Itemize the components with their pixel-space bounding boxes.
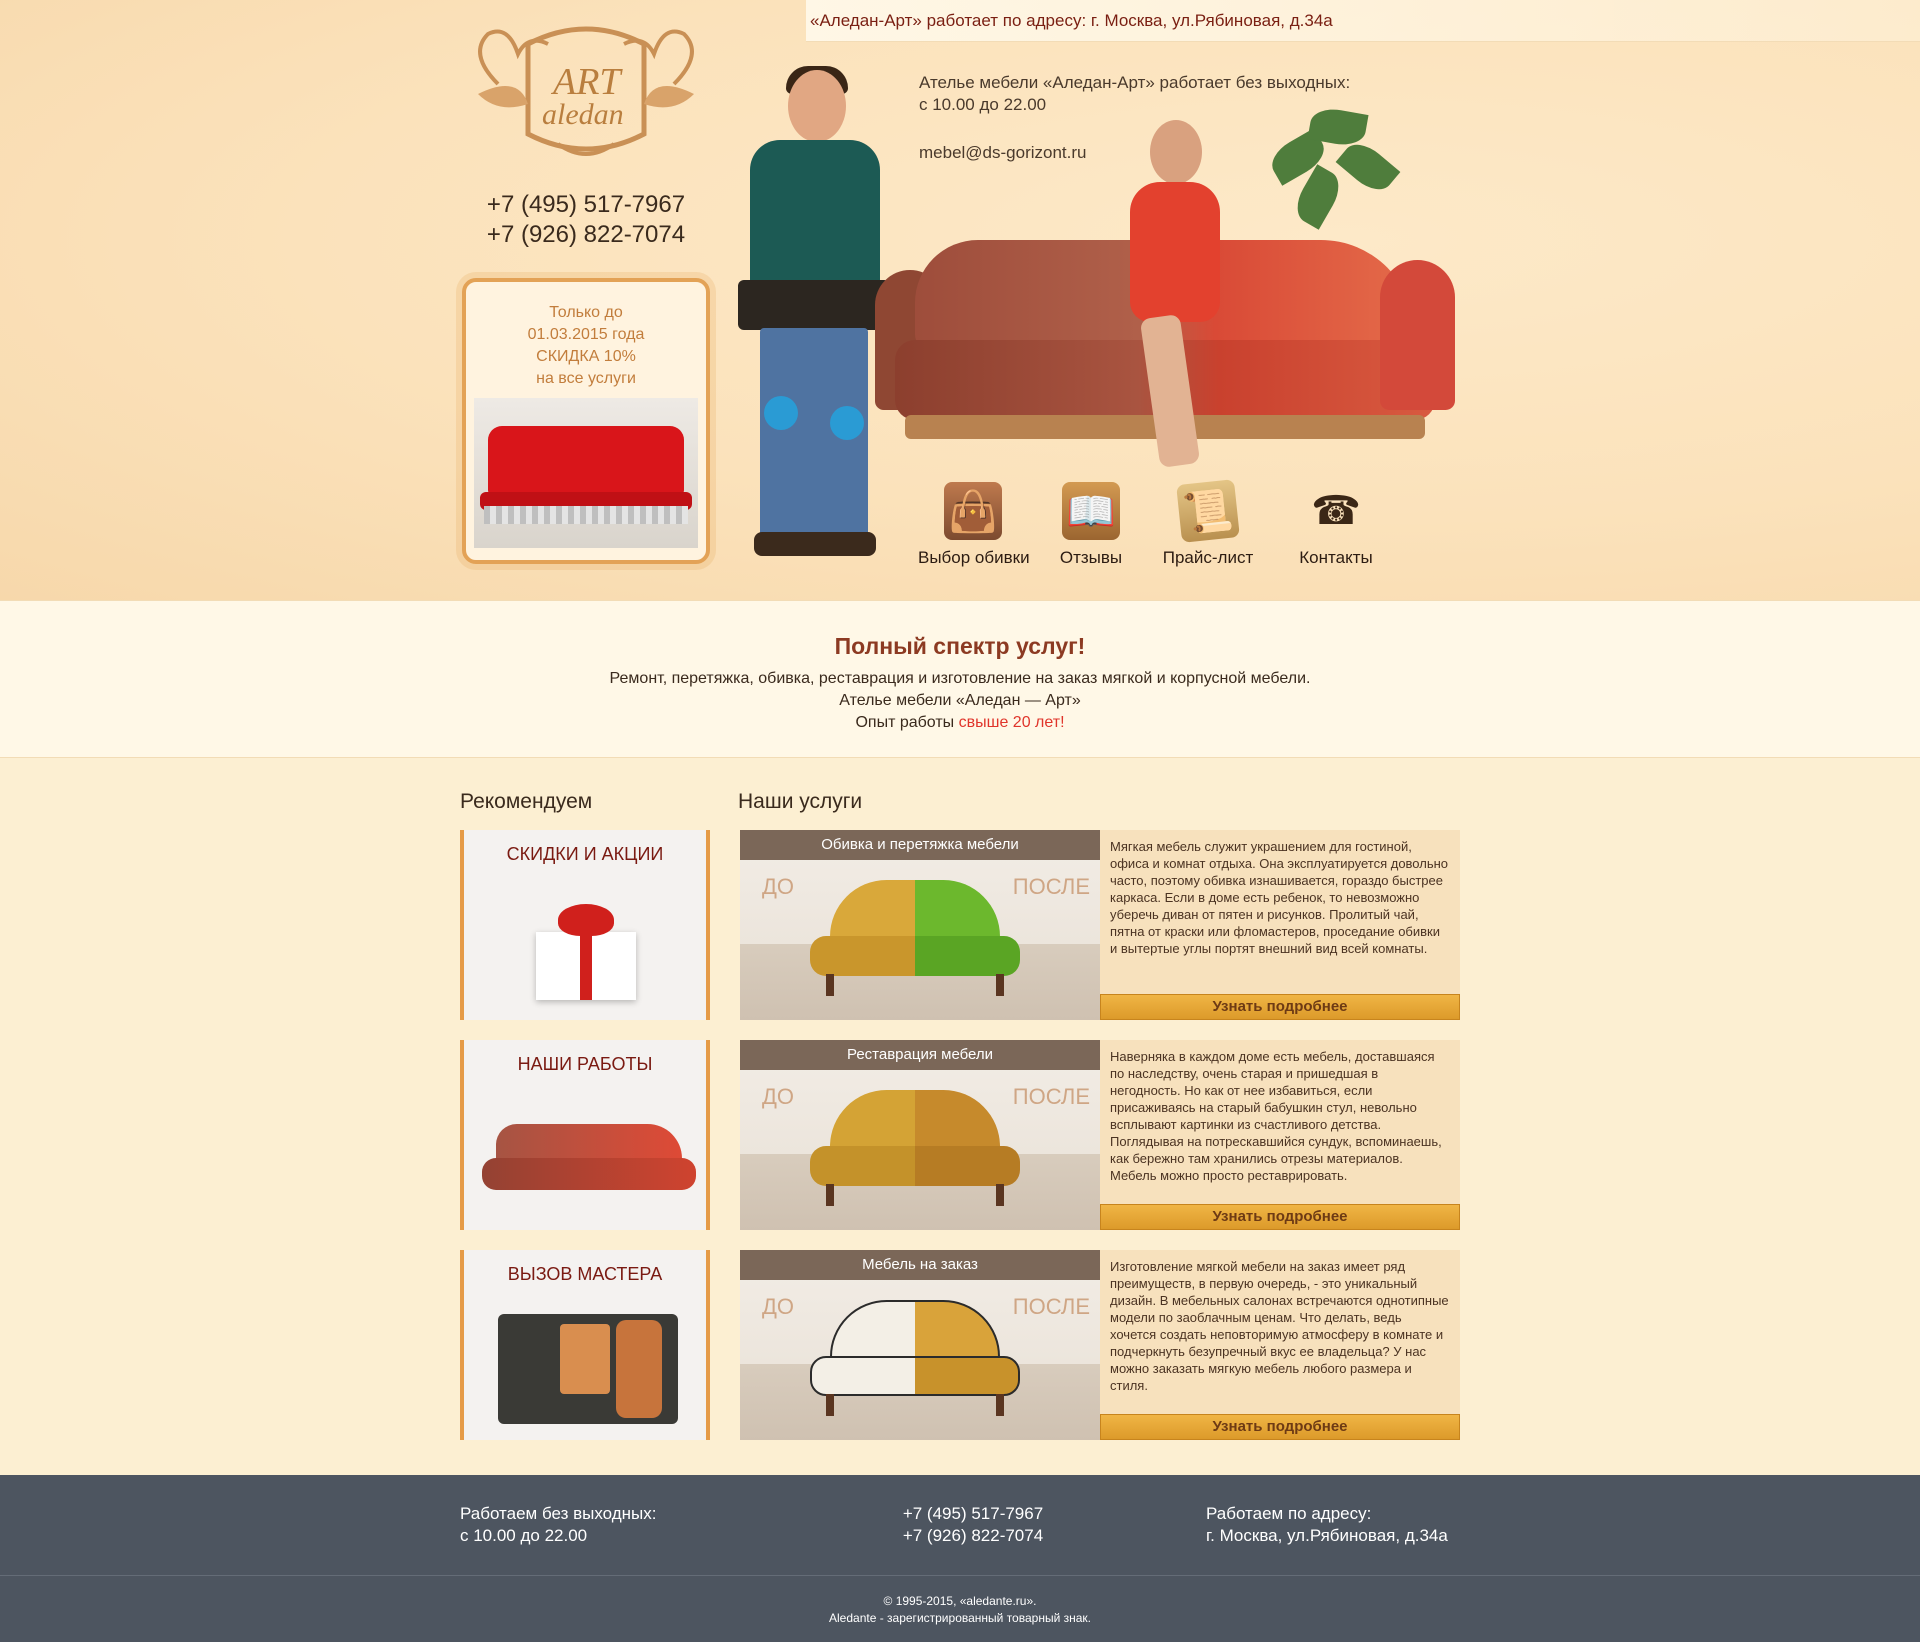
header: «Аледан-Арт» работает по адресу: г. Моск… — [0, 0, 1920, 600]
service-desc-custom: Изготовление мягкой мебели на заказ имее… — [1100, 1250, 1460, 1440]
promo-text: Только до 01.03.2015 года СКИДКА 10% на … — [466, 302, 706, 390]
before-label: ДО — [762, 1084, 795, 1109]
more-button[interactable]: Узнать подробнее — [1100, 1204, 1460, 1230]
logo[interactable]: ART aledan — [458, 14, 714, 166]
promo-line-2: 01.03.2015 года — [527, 326, 645, 343]
rec-card-title: СКИДКИ И АКЦИИ — [506, 844, 664, 864]
sofa-base — [484, 506, 688, 524]
nav-item-pricelist[interactable]: 📜 Прайс-лист — [1160, 479, 1256, 568]
rec-card-title: ВЫЗОВ МАСТЕРА — [507, 1264, 663, 1284]
intro-line-3-prefix: Опыт работы — [855, 714, 959, 731]
service-text: Наверняка в каждом доме есть мебель, дос… — [1110, 1049, 1442, 1183]
intro-section: Полный спектр услуг! Ремонт, перетяжка, … — [0, 600, 1920, 758]
service-desc-upholstery: Мягкая мебель служит украшением для гост… — [1100, 830, 1460, 1020]
logo-text-aledan: aledan — [542, 98, 624, 131]
paper-icon: 📜 — [1176, 479, 1240, 543]
nav-item-reviews[interactable]: 📖 Отзывы — [1056, 482, 1126, 568]
address-line: «Аледан-Арт» работает по адресу: г. Моск… — [810, 11, 1333, 30]
trademark-line: Aledante - зарегистрированный товарный з… — [829, 1611, 1091, 1625]
footer-address: Работаем по адресу: г. Москва, ул.Рябино… — [1206, 1503, 1448, 1547]
before-after-sofa-icon — [810, 1090, 1020, 1210]
footer-address-value: г. Москва, ул.Рябиновая, д.34а — [1206, 1526, 1448, 1545]
nav-label: Выбор обивки — [918, 548, 1030, 567]
copyright: © 1995-2015, «aledante.ru». Aledante - з… — [0, 1593, 1920, 1627]
promo-banner[interactable]: Только до 01.03.2015 года СКИДКА 10% на … — [462, 278, 710, 564]
service-name: Обивка и перетяжка мебели — [740, 830, 1100, 860]
service-image-upholstery[interactable]: Обивка и перетяжка мебели ДО ПОСЛЕ — [740, 830, 1100, 1020]
footer-phones: +7 (495) 517-7967 +7 (926) 822-7074 — [888, 1503, 1058, 1547]
woman-image — [1120, 114, 1240, 480]
phone-icon: ☎ — [1311, 489, 1361, 533]
after-label: ПОСЛЕ — [1012, 874, 1090, 899]
footer-divider — [0, 1575, 1920, 1576]
nav-label: Отзывы — [1059, 548, 1123, 567]
before-after-sofa-icon — [810, 880, 1020, 1000]
promo-line-4: на все услуги — [536, 370, 636, 387]
bag-icon: 👜 — [944, 482, 1002, 540]
after-label: ПОСЛЕ — [1012, 1294, 1090, 1319]
phone-2[interactable]: +7 (926) 822-7074 — [470, 220, 702, 250]
service-image-restoration[interactable]: Реставрация мебели ДО ПОСЛЕ — [740, 1040, 1100, 1230]
service-image-custom[interactable]: Мебель на заказ ДО ПОСЛЕ — [740, 1250, 1100, 1440]
plant-image — [1250, 100, 1410, 250]
service-text: Мягкая мебель служит украшением для гост… — [1110, 839, 1449, 956]
rec-card-title: НАШИ РАБОТЫ — [517, 1054, 653, 1074]
promo-sofa-image — [474, 398, 698, 548]
footer-hours: Работаем без выходных: с 10.00 до 22.00 — [460, 1503, 657, 1547]
service-name: Реставрация мебели — [740, 1040, 1100, 1070]
more-button[interactable]: Узнать подробнее — [1100, 1414, 1460, 1440]
footer-phone-2[interactable]: +7 (926) 822-7074 — [888, 1525, 1058, 1547]
intro-line-3: Опыт работы свыше 20 лет! — [0, 712, 1920, 734]
header-phones: +7 (495) 517-7967 +7 (926) 822-7074 — [470, 190, 702, 250]
intro-accent: свыше 20 лет! — [958, 714, 1065, 731]
recommend-title: Рекомендуем — [460, 790, 593, 813]
phone-1[interactable]: +7 (495) 517-7967 — [470, 190, 702, 220]
intro-line-2: Ателье мебели «Аледан — Арт» — [839, 692, 1081, 709]
intro-title: Полный спектр услуг! — [834, 633, 1086, 659]
service-name: Мебель на заказ — [740, 1250, 1100, 1280]
main-content: Рекомендуем Наши услуги СКИДКИ И АКЦИИ Н… — [0, 758, 1920, 1475]
rec-card-master[interactable]: ВЫЗОВ МАСТЕРА — [460, 1250, 710, 1440]
nav-item-upholstery[interactable]: 👜 Выбор обивки — [918, 482, 1030, 568]
promo-line-3: СКИДКА 10% — [536, 348, 636, 365]
nav-label: Контакты — [1299, 548, 1373, 567]
main-nav: 👜 Выбор обивки 📖 Отзывы 📜 Прайс-лист ☎ К… — [910, 479, 1390, 572]
before-label: ДО — [762, 874, 795, 899]
top-address-bar: «Аледан-Арт» работает по адресу: г. Моск… — [806, 0, 1920, 42]
gift-icon — [536, 904, 636, 1000]
info-hours-title: Ателье мебели «Аледан-Арт» работает без … — [919, 73, 1351, 92]
red-sofa-icon — [480, 426, 692, 510]
rec-card-works[interactable]: НАШИ РАБОТЫ — [460, 1040, 710, 1230]
intro-line-1: Ремонт, перетяжка, обивка, реставрация и… — [609, 670, 1311, 687]
copyright-line: © 1995-2015, «aledante.ru». — [883, 1594, 1037, 1608]
promo-line-1: Только до — [549, 304, 623, 321]
footer-hours-value: с 10.00 до 22.00 — [460, 1526, 588, 1545]
after-label: ПОСЛЕ — [1012, 1084, 1090, 1109]
rec-card-discounts[interactable]: СКИДКИ И АКЦИИ — [460, 830, 710, 1020]
footer-phone-1[interactable]: +7 (495) 517-7967 — [888, 1503, 1058, 1525]
nav-label: Прайс-лист — [1162, 548, 1254, 567]
tool-roll-icon — [498, 1314, 678, 1424]
service-text: Изготовление мягкой мебели на заказ имее… — [1110, 1259, 1449, 1393]
services-title: Наши услуги — [738, 790, 863, 813]
service-desc-restoration: Наверняка в каждом доме есть мебель, дос… — [1100, 1040, 1460, 1230]
before-label: ДО — [762, 1294, 795, 1319]
footer-address-title: Работаем по адресу: — [1206, 1504, 1372, 1523]
more-button[interactable]: Узнать подробнее — [1100, 994, 1460, 1020]
footer-hours-title: Работаем без выходных: — [460, 1504, 657, 1523]
before-after-sofa-icon — [810, 1300, 1020, 1420]
footer: Работаем без выходных: с 10.00 до 22.00 … — [0, 1475, 1920, 1642]
nav-item-contacts[interactable]: ☎ Контакты — [1296, 482, 1376, 568]
book-icon: 📖 — [1062, 482, 1120, 540]
sofa-icon — [482, 1124, 696, 1200]
